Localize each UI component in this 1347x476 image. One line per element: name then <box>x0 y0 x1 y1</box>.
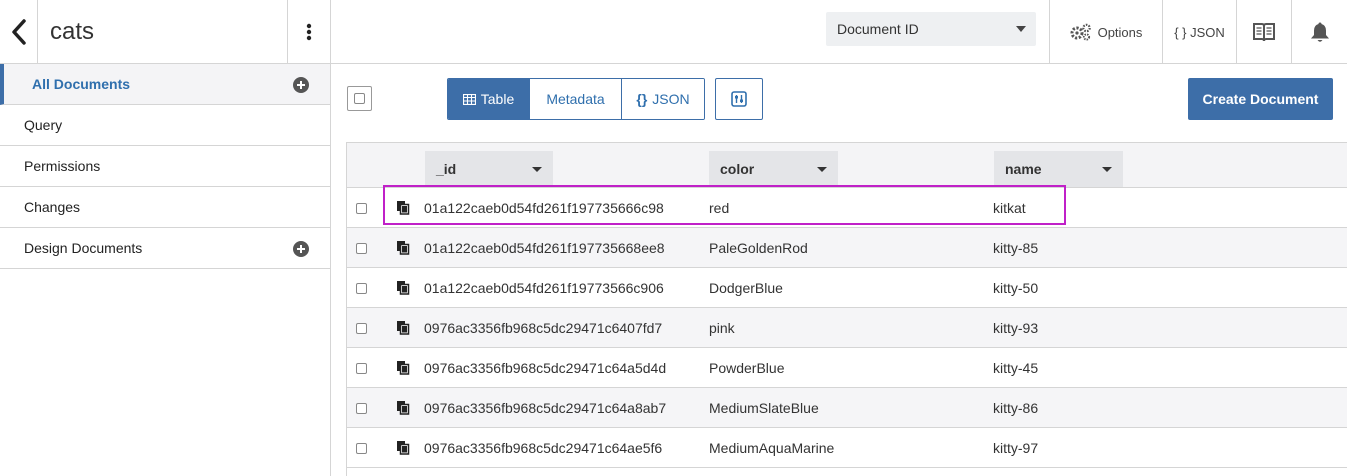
json-view-label: JSON <box>652 91 690 107</box>
create-document-button[interactable]: Create Document <box>1188 78 1333 120</box>
book-icon <box>1253 23 1275 42</box>
document-id-select[interactable]: Document ID <box>826 12 1036 46</box>
table-row[interactable]: 01a122caeb0d54fd261f19773566c906 DodgerB… <box>347 268 1347 308</box>
sidebar-item-label: Design Documents <box>24 240 143 256</box>
back-button[interactable] <box>0 0 38 64</box>
caret-down-icon <box>817 167 827 172</box>
table-row[interactable]: 0976ac3356fb968c5dc29471c64ae5f6 MediumA… <box>347 428 1347 468</box>
copy-icon[interactable] <box>396 280 410 298</box>
json-view-button[interactable]: {} JSON <box>622 79 704 119</box>
cell-color: DodgerBlue <box>709 280 783 296</box>
sidebar-item-design-documents[interactable]: Design Documents <box>0 228 330 269</box>
row-checkbox[interactable] <box>356 203 367 214</box>
header-divider <box>330 0 331 64</box>
table-row[interactable]: 0976ac3356fb968c5dc29471c6407fd7 pink ki… <box>347 308 1347 348</box>
cell-id: 01a122caeb0d54fd261f19773566c906 <box>424 280 664 296</box>
table-row[interactable]: 0976ac3356fb968c5dc29471c64a8ab7 MediumS… <box>347 388 1347 428</box>
column-header-color[interactable]: color <box>709 151 838 187</box>
top-header: cats Document ID Options { } JSON <box>0 0 1347 64</box>
checkbox-box <box>354 93 365 104</box>
row-checkbox[interactable] <box>356 443 367 454</box>
column-header-label: color <box>720 161 755 177</box>
options-button[interactable]: Options <box>1049 0 1162 64</box>
cell-color: MediumSlateBlue <box>709 400 819 416</box>
options-label: Options <box>1097 24 1143 40</box>
document-id-select-value: Document ID <box>837 21 919 37</box>
sidebar-item-label: Query <box>24 117 63 133</box>
cell-color: PowderBlue <box>709 360 785 376</box>
copy-icon[interactable] <box>396 320 410 338</box>
add-design-document-icon[interactable] <box>293 241 309 257</box>
cell-name: kitty-86 <box>993 400 1039 416</box>
caret-down-icon <box>1016 26 1026 32</box>
column-settings-button[interactable] <box>715 78 763 120</box>
cell-color: MediumAquaMarine <box>709 440 835 456</box>
cell-id: 0976ac3356fb968c5dc29471c64a8ab7 <box>424 400 667 416</box>
documents-table: _id color name 01a122caeb0d54fd261f19773… <box>346 142 1347 476</box>
table-view-button[interactable]: Table <box>448 79 530 119</box>
sliders-icon <box>731 91 747 107</box>
cell-color: PaleGoldenRod <box>709 240 808 256</box>
cell-id: 0976ac3356fb968c5dc29471c64a5d4d <box>424 360 667 376</box>
cell-name: kitty-85 <box>993 240 1039 256</box>
copy-icon[interactable] <box>396 440 410 458</box>
row-checkbox[interactable] <box>356 363 367 374</box>
cell-id: 0976ac3356fb968c5dc29471c64ae5f6 <box>424 440 663 456</box>
database-title: cats <box>50 18 95 45</box>
json-label: { } JSON <box>1174 24 1225 40</box>
cell-name: kitty-50 <box>993 280 1039 296</box>
bell-icon <box>1310 22 1329 42</box>
cell-color: pink <box>709 320 735 336</box>
sidebar-item-label: Changes <box>24 199 81 215</box>
row-checkbox[interactable] <box>356 283 367 294</box>
gears-icon <box>1070 23 1091 41</box>
database-menu-button[interactable] <box>287 0 330 64</box>
cell-name: kitty-97 <box>993 440 1039 456</box>
sidebar-item-query[interactable]: Query <box>0 105 330 146</box>
column-header-id[interactable]: _id <box>425 151 553 187</box>
sidebar-item-permissions[interactable]: Permissions <box>0 146 330 187</box>
table-row[interactable]: 01a122caeb0d54fd261f197735668ee8 PaleGol… <box>347 228 1347 268</box>
column-header-label: name <box>1005 161 1042 177</box>
select-all-checkbox[interactable] <box>347 86 372 111</box>
metadata-view-label: Metadata <box>546 91 605 107</box>
copy-icon[interactable] <box>396 240 410 258</box>
sidebar-item-label: All Documents <box>32 76 131 92</box>
metadata-view-button[interactable]: Metadata <box>530 79 622 119</box>
cell-name: kitty-45 <box>993 360 1039 376</box>
cell-id: 01a122caeb0d54fd261f197735668ee8 <box>424 240 665 256</box>
sidebar-item-changes[interactable]: Changes <box>0 187 330 228</box>
kebab-menu-icon <box>306 23 312 41</box>
table-row[interactable]: 0976ac3356fb968c5dc29471c64a5d4d PowderB… <box>347 348 1347 388</box>
column-header-name[interactable]: name <box>994 151 1123 187</box>
notifications-button[interactable] <box>1291 0 1347 64</box>
table-icon <box>462 93 476 105</box>
sidebar-item-label: Permissions <box>24 158 101 174</box>
table-row[interactable]: 01a122caeb0d54fd261f197735666c98 red kit… <box>347 188 1347 228</box>
cell-name: kitkat <box>993 200 1026 216</box>
chevron-left-icon <box>11 19 26 45</box>
row-checkbox[interactable] <box>356 243 367 254</box>
column-header-label: _id <box>436 161 457 177</box>
docs-button[interactable] <box>1236 0 1291 64</box>
table-header: _id color name <box>347 142 1347 188</box>
sidebar: All Documents Query Permissions Changes … <box>0 64 331 476</box>
copy-icon[interactable] <box>396 360 410 378</box>
braces-icon: {} <box>636 91 648 107</box>
cell-color: red <box>709 200 730 216</box>
view-toggle-group: Table Metadata {} JSON <box>447 78 705 120</box>
row-checkbox[interactable] <box>356 323 367 334</box>
json-button[interactable]: { } JSON <box>1162 0 1236 64</box>
row-checkbox[interactable] <box>356 403 367 414</box>
sidebar-item-all-documents[interactable]: All Documents <box>0 64 330 105</box>
add-document-icon[interactable] <box>293 77 309 93</box>
caret-down-icon <box>532 167 542 172</box>
cell-id: 0976ac3356fb968c5dc29471c6407fd7 <box>424 320 663 336</box>
cell-name: kitty-93 <box>993 320 1039 336</box>
copy-icon[interactable] <box>396 200 410 218</box>
caret-down-icon <box>1102 167 1112 172</box>
cell-id: 01a122caeb0d54fd261f197735666c98 <box>424 200 664 216</box>
copy-icon[interactable] <box>396 400 410 418</box>
table-view-label: Table <box>480 91 515 107</box>
